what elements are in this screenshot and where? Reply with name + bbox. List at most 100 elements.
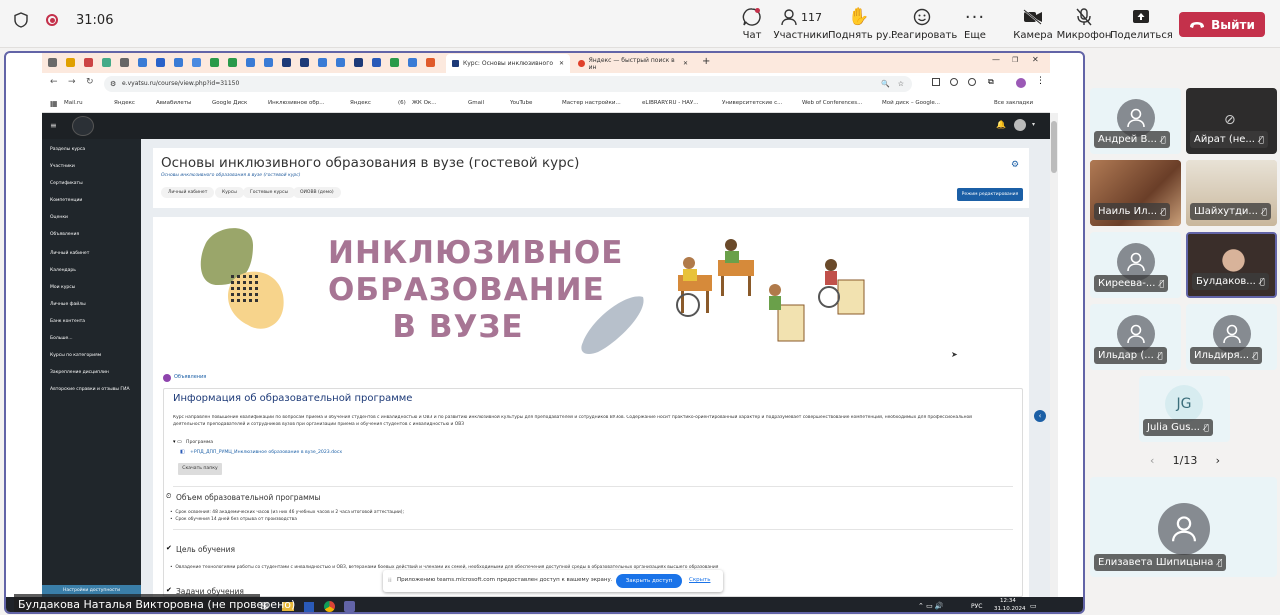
- chat-icon: [742, 8, 761, 26]
- breadcrumb[interactable]: Личный кабинет: [161, 187, 215, 198]
- download-folder-button[interactable]: Скачать папку: [178, 463, 222, 475]
- sidebar-item-participants[interactable]: Участники: [50, 164, 75, 169]
- user-avatar[interactable]: [1014, 119, 1026, 131]
- close-icon[interactable]: ✕: [559, 60, 564, 67]
- url-input[interactable]: ⚙ e.vyatsu.ru/course/view.php?id=31150 🔍…: [104, 76, 912, 92]
- maximize-icon[interactable]: ❐: [1012, 56, 1018, 64]
- sidebar-item-my-courses[interactable]: Мои курсы: [50, 285, 75, 290]
- participant-tile[interactable]: JG Julia Gus... 🎙̸: [1139, 376, 1230, 442]
- participant-tile-active[interactable]: Булдаков... 🎙̸: [1186, 232, 1277, 298]
- sidebar-item-categories[interactable]: Курсы по категориям: [50, 353, 101, 358]
- course-subtitle[interactable]: Основы инклюзивного образования в вузе (…: [161, 173, 300, 178]
- sidebar-item-announcements[interactable]: Объявления: [50, 232, 79, 237]
- participant-name: Булдаков... 🎙̸: [1192, 273, 1269, 290]
- tray-icons[interactable]: ⌃ ▭ 🔊: [918, 602, 944, 610]
- breadcrumb[interactable]: Курсы: [215, 187, 244, 198]
- bookmark[interactable]: (6): [398, 100, 406, 106]
- announcements-link[interactable]: Объявления: [174, 374, 206, 380]
- sidebar-item-sections[interactable]: Разделы курса: [50, 147, 85, 152]
- raise-hand-button[interactable]: ✋ Поднять ру...: [828, 6, 898, 41]
- participant-name: Шайхутди... 🎙̸: [1190, 203, 1271, 220]
- bookmark[interactable]: Университетские с...: [722, 100, 782, 106]
- minimize-icon[interactable]: —: [992, 55, 1000, 64]
- page-scrollbar[interactable]: [1050, 113, 1058, 597]
- participant-tile[interactable]: Елизавета Шипицына 🎙̸: [1090, 477, 1277, 577]
- bookmark[interactable]: Авиабилеты: [156, 100, 191, 106]
- edit-mode-button[interactable]: Режим редактирования: [957, 188, 1023, 201]
- mic-off-icon: 🎙̸: [1159, 279, 1165, 288]
- hamburger-icon[interactable]: ≡: [50, 121, 57, 130]
- participant-tile[interactable]: ⊘ Айрат (не... 🎙̸: [1186, 88, 1277, 154]
- sheet-icon: [228, 58, 237, 67]
- chevron-left-icon[interactable]: ‹: [1150, 454, 1154, 467]
- bookmark[interactable]: Google Диск: [212, 100, 247, 106]
- bookmark[interactable]: Мой диск – Google...: [882, 100, 940, 106]
- sidebar-item-calendar[interactable]: Календарь: [50, 268, 76, 273]
- profile-avatar[interactable]: [1016, 78, 1026, 88]
- bookmark[interactable]: ЖК Ок...: [412, 100, 436, 106]
- settings-gear-icon[interactable]: ⚙: [1011, 160, 1019, 170]
- word-icon[interactable]: [304, 602, 314, 612]
- participant-tile[interactable]: Андрей В... 🎙̸: [1090, 88, 1181, 154]
- close-icon[interactable]: ✕: [683, 60, 688, 67]
- forward-icon[interactable]: →: [68, 77, 76, 87]
- more-button[interactable]: ··· Еще: [944, 6, 1006, 42]
- hide-notice-link[interactable]: Скрыть: [689, 577, 710, 583]
- sidebar-item-dashboard[interactable]: Личный кабинет: [50, 251, 89, 256]
- stop-sharing-button[interactable]: Закрыть доступ: [616, 574, 682, 588]
- tab-yandex[interactable]: Яндекс — быстрый поиск в ин ✕: [572, 54, 694, 73]
- menu-icon[interactable]: ⋮: [1036, 76, 1045, 86]
- sidebar-item-files[interactable]: Личные файлы: [50, 302, 86, 307]
- participant-tile[interactable]: Наиль Ил... 🎙̸: [1090, 160, 1181, 226]
- university-logo[interactable]: [72, 116, 94, 136]
- bookmark-all[interactable]: Все закладки: [994, 100, 1033, 106]
- extension-icon[interactable]: [950, 78, 958, 86]
- teams-icon[interactable]: [344, 601, 355, 612]
- puzzle-icon[interactable]: ⧉: [988, 77, 994, 87]
- chevron-down-icon[interactable]: ▾: [1032, 121, 1035, 128]
- drawer-toggle[interactable]: ‹: [1034, 410, 1046, 422]
- participant-tile[interactable]: Шайхутди... 🎙̸: [1186, 160, 1277, 226]
- sidebar-item-more[interactable]: Больше...: [50, 336, 73, 341]
- bell-icon[interactable]: 🔔: [996, 120, 1006, 129]
- breadcrumb[interactable]: ОИОВВ (демо): [293, 187, 341, 198]
- bookmark[interactable]: Яндекс: [350, 100, 371, 106]
- bookmark[interactable]: Мастер настройки...: [562, 100, 621, 106]
- sidebar-item-competencies[interactable]: Компетенции: [50, 198, 82, 203]
- tab-course[interactable]: Курс: Основы инклюзивного ✕: [446, 54, 570, 73]
- bookmark[interactable]: eLIBRARY.RU - НАУ...: [642, 100, 699, 106]
- sidebar-item-references[interactable]: Авторские справки и отзывы ГИА: [50, 387, 136, 392]
- apps-icon[interactable]: ▦: [50, 99, 58, 108]
- leave-button[interactable]: Выйти: [1179, 12, 1265, 37]
- reload-icon[interactable]: ↻: [86, 77, 94, 87]
- bookmark[interactable]: Gmail: [468, 100, 484, 106]
- sidebar-item-grades[interactable]: Оценки: [50, 215, 68, 220]
- extension-icon[interactable]: [968, 78, 976, 86]
- back-icon[interactable]: ←: [50, 77, 58, 87]
- breadcrumb[interactable]: Гостевые курсы: [243, 187, 296, 198]
- extension-icon[interactable]: [932, 78, 940, 86]
- input-language[interactable]: РУС: [971, 603, 982, 610]
- participant-tile[interactable]: Киреева-... 🎙̸: [1090, 232, 1181, 298]
- sidebar-item-disciplines[interactable]: Закрепление дисциплин: [50, 370, 109, 375]
- participants-button[interactable]: 117 Участники: [770, 6, 832, 41]
- window-close-icon[interactable]: ✕: [1032, 55, 1039, 64]
- star-icon[interactable]: ☆: [898, 76, 904, 92]
- file-link[interactable]: +РПД_ДПП_РУМЦ_Инклюзивное образование в …: [190, 450, 342, 455]
- participant-tile[interactable]: Ильдар (... 🎙̸: [1090, 304, 1181, 370]
- sidebar-item-certificates[interactable]: Сертификаты: [50, 181, 83, 186]
- app-icon: [102, 58, 111, 67]
- bookmark[interactable]: YouTube: [510, 100, 532, 106]
- notification-icon[interactable]: ▭: [1030, 602, 1037, 610]
- chrome-icon[interactable]: [324, 601, 335, 612]
- new-tab-icon[interactable]: +: [702, 56, 710, 67]
- mic-button[interactable]: Микрофон: [1053, 6, 1115, 41]
- bookmark[interactable]: Web of Conferences...: [802, 100, 862, 106]
- bookmark[interactable]: Mail.ru: [64, 100, 83, 106]
- share-button[interactable]: Поделиться: [1110, 6, 1173, 41]
- chevron-right-icon[interactable]: ›: [1216, 454, 1220, 467]
- participant-tile[interactable]: Ильдиря... 🎙̸: [1186, 304, 1277, 370]
- bookmark[interactable]: Яндекс: [114, 100, 135, 106]
- bookmark[interactable]: Инклюзивное обр...: [268, 100, 325, 106]
- sidebar-item-content-bank[interactable]: Банк контента: [50, 319, 85, 324]
